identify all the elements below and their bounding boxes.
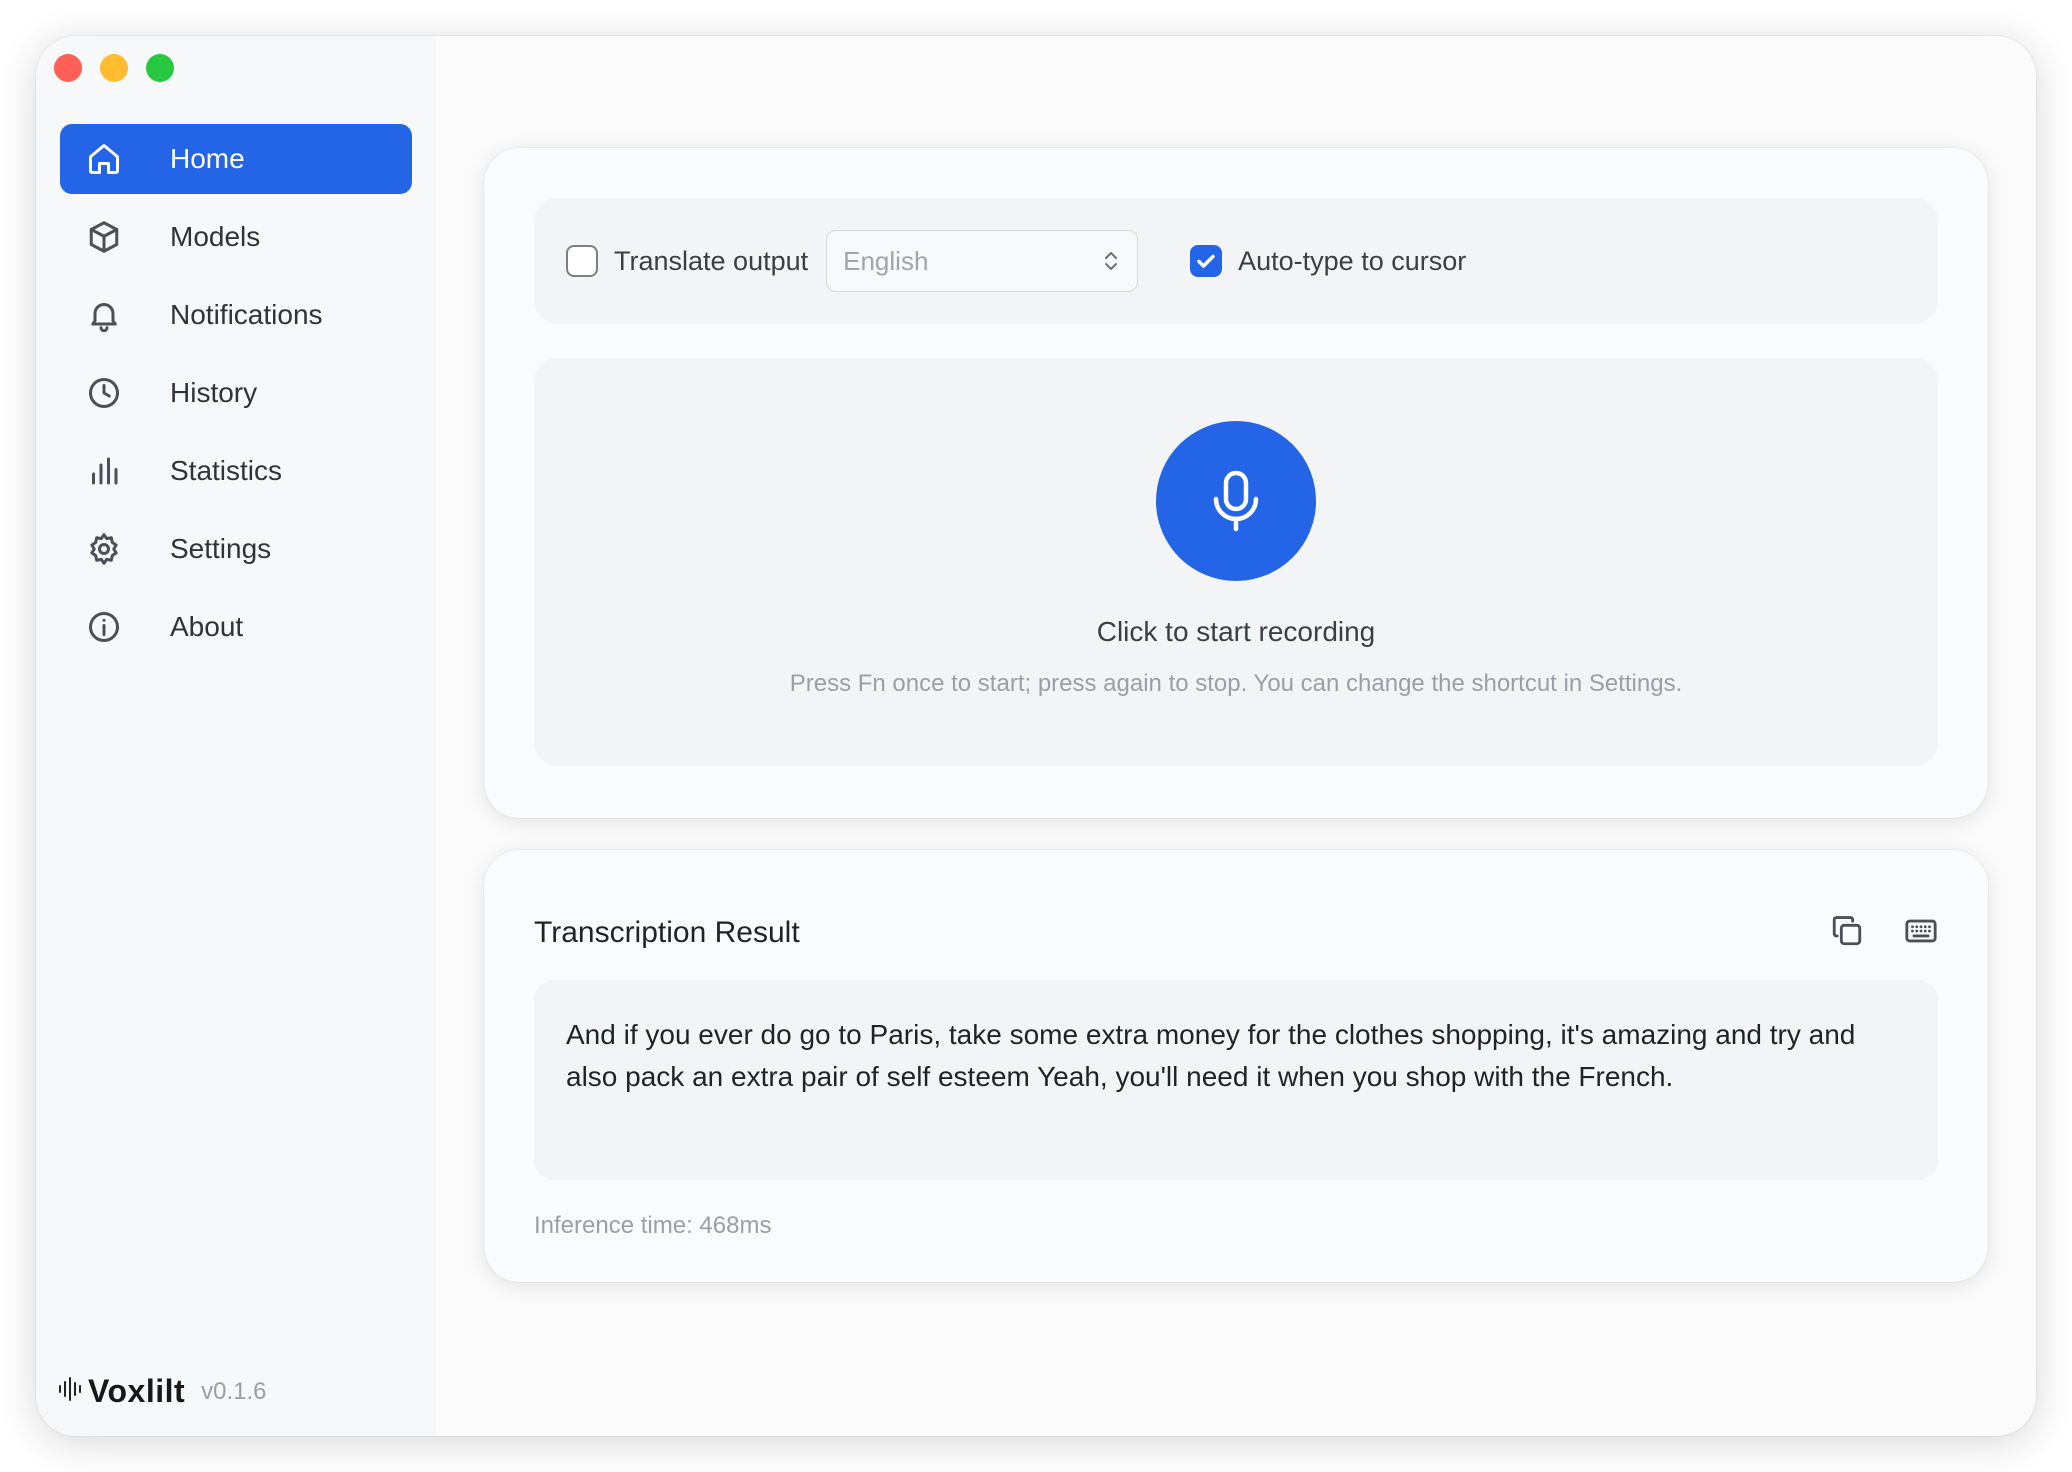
sidebar-item-label: Models (170, 221, 261, 252)
record-hint: Press Fn once to start; press again to s… (789, 670, 1683, 697)
record-title: Click to start recording (1096, 616, 1376, 647)
cube-icon (86, 219, 122, 255)
waveform-icon (58, 1375, 84, 1408)
microphone-icon (1213, 470, 1259, 532)
sidebar-item-label: Statistics (170, 455, 283, 486)
bar-chart-icon (86, 453, 122, 489)
language-select[interactable]: English (826, 230, 1139, 292)
clock-icon (86, 375, 122, 411)
sidebar-item-label: Notifications (170, 299, 323, 330)
sidebar-item-models[interactable]: Models (60, 202, 412, 272)
info-icon (86, 609, 122, 645)
minimize-window-button[interactable] (100, 54, 128, 82)
sidebar-nav: Home Models Notifications History Statis… (60, 124, 412, 670)
sidebar-item-about[interactable]: About (60, 592, 412, 662)
inference-time: Inference time: 468ms (534, 1212, 772, 1239)
record-panel: Click to start recording Press Fn once t… (534, 358, 1938, 766)
sidebar-item-home[interactable]: Home (60, 124, 412, 194)
record-button[interactable] (1156, 421, 1316, 581)
keyboard-icon (1905, 919, 1937, 943)
type-to-cursor-button[interactable] (1904, 914, 1938, 948)
sidebar-item-label: Home (170, 143, 245, 174)
sidebar-item-history[interactable]: History (60, 358, 412, 428)
sidebar-item-statistics[interactable]: Statistics (60, 436, 412, 506)
transcription-text-box[interactable]: And if you ever do go to Paris, take som… (534, 980, 1938, 1180)
autotype-option: Auto-type to cursor (1190, 245, 1466, 277)
transcription-text: And if you ever do go to Paris, take som… (566, 1019, 1856, 1092)
autotype-label[interactable]: Auto-type to cursor (1238, 246, 1466, 277)
app-window: Home Models Notifications History Statis… (36, 36, 2036, 1436)
zoom-window-button[interactable] (146, 54, 174, 82)
app-version: v0.1.6 (201, 1377, 267, 1405)
autotype-checkbox[interactable] (1190, 245, 1223, 277)
chevron-up-down-icon (1105, 252, 1118, 270)
transcription-title: Transcription Result (534, 916, 800, 949)
bell-icon (86, 297, 122, 333)
sidebar-item-label: History (170, 377, 258, 408)
gear-icon (86, 531, 122, 567)
home-icon (86, 141, 122, 177)
recording-card: Translate output English Auto-type to cu… (484, 148, 1988, 818)
copy-icon (1832, 916, 1862, 946)
window-controls (54, 54, 174, 82)
sidebar-item-label: About (170, 611, 244, 642)
result-actions (1830, 914, 1938, 948)
close-window-button[interactable] (54, 54, 82, 82)
sidebar: Home Models Notifications History Statis… (36, 36, 436, 1436)
sidebar-item-notifications[interactable]: Notifications (60, 280, 412, 350)
brand: Voxlilt v0.1.6 (58, 1373, 267, 1410)
options-bar: Translate output English Auto-type to cu… (534, 198, 1938, 324)
sidebar-item-settings[interactable]: Settings (60, 514, 412, 584)
language-select-value: English (843, 245, 929, 276)
transcription-card: Transcription Result And if you ever do … (484, 850, 1988, 1282)
sidebar-item-label: Settings (170, 533, 272, 564)
translate-output-label[interactable]: Translate output (614, 246, 808, 277)
copy-button[interactable] (1830, 914, 1864, 948)
checkmark-icon (1197, 254, 1215, 268)
translate-output-checkbox[interactable] (566, 245, 598, 277)
brand-name: Voxlilt (88, 1373, 186, 1409)
